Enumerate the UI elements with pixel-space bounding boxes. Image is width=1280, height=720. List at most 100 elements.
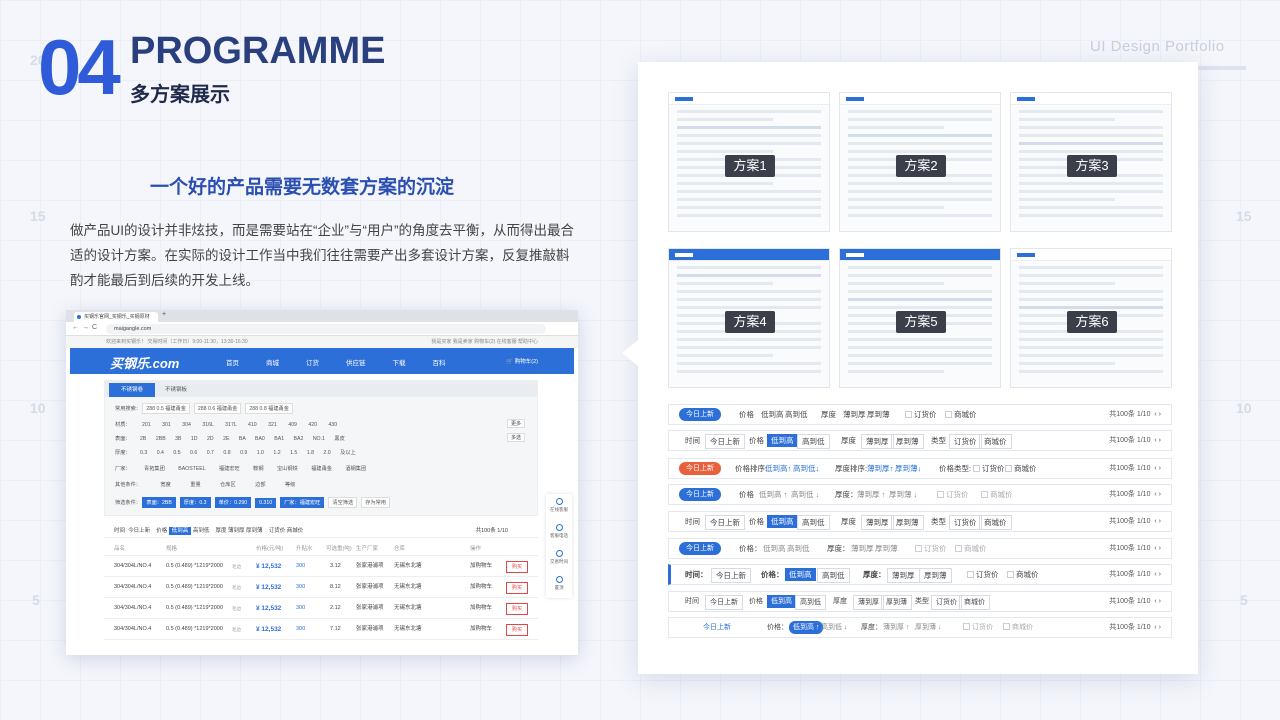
common-chip[interactable]: 288 0.8 福建甬金 — [245, 403, 293, 414]
buy-button[interactable]: 购买 — [505, 603, 528, 615]
common-chip[interactable]: 288 0.5 福建甬金 — [142, 403, 190, 414]
next-icon[interactable]: › — [1159, 491, 1161, 498]
sort-thick-thin[interactable]: 厚到薄 — [891, 515, 924, 530]
today-new-pill[interactable]: 今日上新 — [679, 488, 721, 501]
option[interactable]: 317L — [225, 422, 236, 428]
selected-chip[interactable]: 表面：2BB — [142, 497, 176, 508]
sort-thick-thin[interactable]: 厚到薄 — [891, 434, 924, 449]
sort-high-low[interactable]: 高到低 — [797, 434, 830, 449]
sort-thick-thin[interactable]: 厚到薄↓ — [895, 459, 921, 478]
next-icon[interactable]: › — [1159, 571, 1161, 578]
mall-price-check[interactable]: 商城价 — [955, 539, 987, 558]
mall-price-toggle[interactable]: 商城价 — [959, 595, 990, 610]
sort-thin-thick[interactable]: 薄到厚↑ — [867, 459, 893, 478]
sort-low-high[interactable]: 低到高 ↑ — [759, 485, 787, 504]
tab-plate[interactable]: 不锈钢板 — [165, 383, 187, 397]
today-toggle[interactable]: 今日上新 — [703, 618, 731, 637]
order-price-toggle[interactable]: 订货价 — [949, 515, 982, 530]
factory-logo[interactable]: 福建甬金 — [311, 466, 332, 472]
sort-low-high[interactable]: 低到高 — [767, 515, 798, 528]
option[interactable]: 1D — [191, 436, 198, 442]
filter-other[interactable]: 其他条件： 宽度 重量 仓库区 边部 等级 — [115, 481, 295, 488]
next-icon[interactable]: › — [1159, 545, 1161, 552]
option[interactable]: NO.1 — [313, 436, 325, 442]
option[interactable]: 2D — [207, 436, 214, 442]
option[interactable]: 2E — [223, 436, 229, 442]
filter-material[interactable]: 材质： 201 301 304 316L 317L 410 321 409 42… — [115, 421, 337, 428]
option[interactable]: 0.9 — [240, 450, 247, 456]
menu-item-download[interactable]: 下载 — [393, 360, 406, 367]
sort-high-low[interactable]: 高到低 — [193, 528, 210, 534]
option[interactable]: 0.7 — [207, 450, 214, 456]
option[interactable]: 0.4 — [157, 450, 164, 456]
menu-item-home[interactable]: 首页 — [226, 360, 239, 367]
sort-high-low[interactable]: 高到低 ↓ — [791, 485, 819, 504]
sort-high-low[interactable]: 高到低 — [817, 568, 850, 583]
order-price-check[interactable]: 订货价 — [973, 459, 1005, 478]
new-tab-icon[interactable]: + — [162, 311, 166, 318]
prev-icon[interactable]: ‹ — [1154, 598, 1156, 605]
sort-thin-thick[interactable]: 薄到厚 — [853, 595, 884, 610]
buy-button[interactable]: 购买 — [505, 582, 528, 594]
sort-thick-thin[interactable]: 厚到薄 — [875, 539, 898, 558]
menu-item-order[interactable]: 订货 — [306, 360, 319, 367]
option[interactable]: 304 — [182, 422, 191, 428]
sort-thin-thick[interactable]: 薄到厚 ↑ — [883, 618, 909, 637]
side-phone[interactable]: 客服电话 — [546, 520, 572, 546]
dropdown[interactable]: 重量 — [190, 482, 200, 488]
sort-thin-thick[interactable]: 薄到厚 — [861, 434, 894, 449]
side-service[interactable]: 在线客服 — [546, 494, 572, 520]
scheme-thumb-5[interactable]: 方案5 — [839, 248, 1001, 388]
buy-button[interactable]: 购买 — [505, 624, 528, 636]
sort-low-high[interactable]: 低到高 — [761, 405, 784, 424]
sort-thick-thin[interactable]: 厚到薄 ↓ — [889, 485, 917, 504]
sort-high-low[interactable]: 高到低 — [787, 539, 810, 558]
mall-price-toggle[interactable]: 商城价 — [979, 515, 1012, 530]
today-new-pill[interactable]: 今日上新 — [679, 542, 721, 555]
today-toggle[interactable]: 今日上新 — [128, 528, 150, 534]
order-price-toggle[interactable]: 订货价 — [949, 434, 982, 449]
scheme-thumb-3[interactable]: 方案3 — [1010, 92, 1172, 232]
sort-high-low[interactable]: 高到低 — [797, 515, 830, 530]
sort-low-high[interactable]: 低到高 ↑ — [789, 621, 824, 634]
order-price-check[interactable]: 订货价 — [905, 405, 937, 424]
sort-low-high[interactable]: 低到高 — [763, 539, 786, 558]
sort-thin-thick[interactable]: 薄到厚 ↑ — [857, 485, 885, 504]
option[interactable]: 黑皮 — [334, 436, 344, 442]
side-time[interactable]: 交易时间 — [546, 546, 572, 572]
dropdown[interactable]: 边部 — [255, 482, 265, 488]
option[interactable]: 410 — [248, 422, 257, 428]
order-price-check[interactable]: 订货价 — [937, 485, 969, 504]
option[interactable]: 1.0 — [257, 450, 264, 456]
option[interactable]: 0.3 — [140, 450, 147, 456]
mall-price-check[interactable]: 商城价 — [1007, 565, 1039, 584]
option[interactable]: 409 — [288, 422, 297, 428]
add-cart-button[interactable]: 加购物车 — [470, 598, 492, 619]
cart-link[interactable]: 🛒 购物车(2) — [506, 357, 538, 365]
option[interactable]: BA1 — [274, 436, 284, 442]
option[interactable]: 0.6 — [190, 450, 197, 456]
topbar-links[interactable]: 我是买家 我是卖家 购物车(2) 在线客服 帮助中心 — [431, 336, 538, 348]
site-logo[interactable]: 买钢乐.com — [110, 353, 179, 372]
scheme-thumb-6[interactable]: 方案6 — [1010, 248, 1172, 388]
menu-item-supply[interactable]: 供应链 — [346, 360, 366, 367]
next-icon[interactable]: › — [1159, 518, 1161, 525]
next-icon[interactable]: › — [1159, 465, 1161, 472]
order-price-check[interactable]: 订货价 — [915, 539, 947, 558]
option[interactable]: 3B — [175, 436, 181, 442]
prev-icon[interactable]: ‹ — [1154, 571, 1156, 578]
sort-high-low[interactable]: 高到低 — [785, 405, 808, 424]
order-price-check[interactable]: 订货价 — [967, 565, 999, 584]
option[interactable]: 201 — [142, 422, 151, 428]
prev-icon[interactable]: ‹ — [1154, 624, 1156, 631]
option[interactable]: BA — [239, 436, 246, 442]
factory-logo[interactable]: 鞍钢 — [253, 466, 263, 472]
filter-thickness[interactable]: 厚度： 0.3 0.4 0.5 0.6 0.7 0.8 0.9 1.0 1.2 … — [115, 449, 356, 456]
sort-low-high[interactable]: 低到高 — [767, 434, 798, 447]
sort-thin-thick[interactable]: 薄到厚 — [861, 515, 894, 530]
sort-thick-thin[interactable]: 厚到薄 — [881, 595, 912, 610]
factory-logo[interactable]: 青拓集团 — [144, 466, 165, 472]
option[interactable]: 420 — [308, 422, 317, 428]
factory-logo[interactable]: BAOSTEEL — [178, 466, 205, 472]
sort-thin-thick[interactable]: 薄到厚 — [887, 568, 920, 583]
